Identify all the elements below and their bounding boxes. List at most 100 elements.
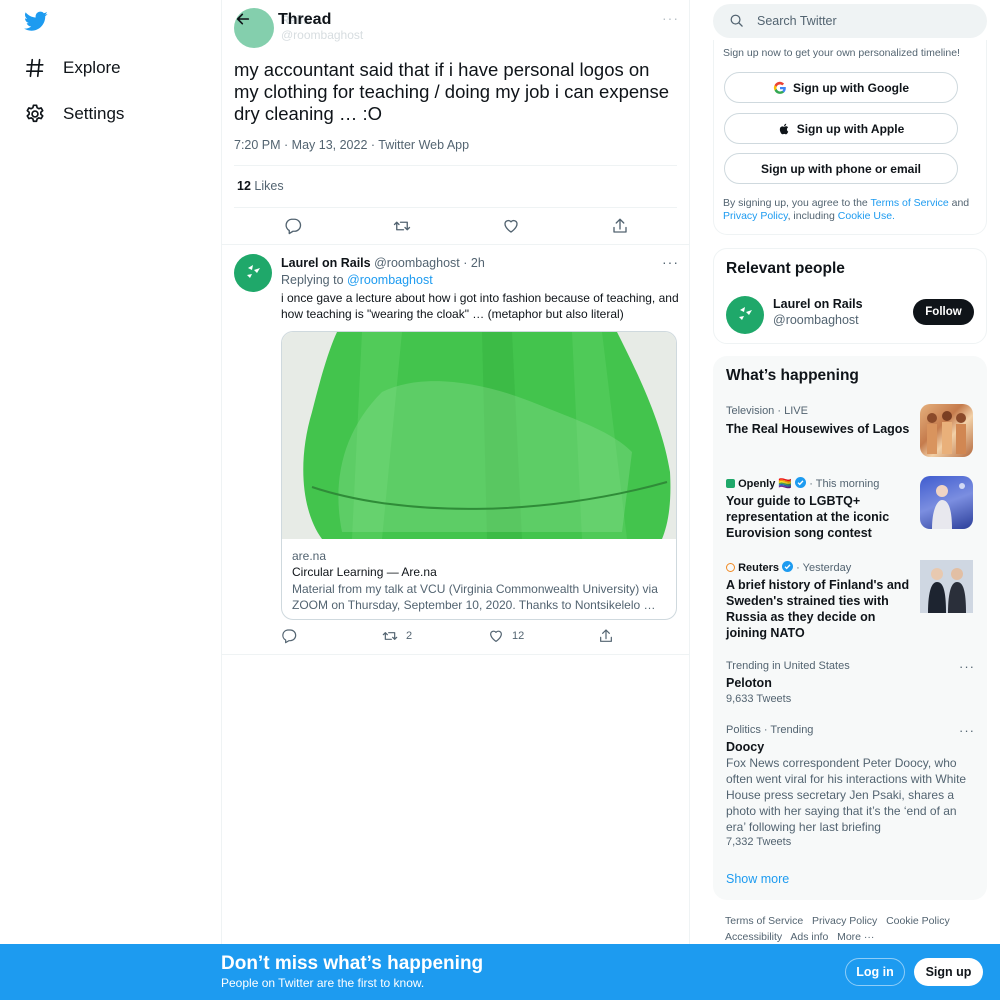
search-icon [729,13,744,28]
like-icon[interactable] [502,217,520,235]
trend-thumbnail [920,476,973,529]
cookie-link[interactable]: Cookie Use. [838,210,895,222]
show-more-link[interactable]: Show more [726,872,789,886]
trend-source-line: Openly 🏳️‍🌈 · This morning [726,477,879,490]
replying-to-label: Replying to [281,273,344,287]
signup-apple-button[interactable]: Sign up with Apple [724,113,958,144]
trend-item[interactable]: Reuters · Yesterday A brief history of F… [713,558,987,648]
trend-source-line: Reuters · Yesterday [726,561,851,574]
divider [222,654,689,655]
reply-time[interactable]: · 2h [463,256,485,270]
openly-logo-icon [726,479,735,488]
main-tweet-text: my accountant said that if i have person… [234,59,669,124]
more-dots-icon[interactable]: ··· [959,659,975,674]
like-count: 12 [512,630,525,642]
twitter-logo-icon[interactable] [24,11,48,32]
trend-description: Fox News correspondent Peter Doocy, who … [726,756,967,834]
footer-privacy[interactable]: Privacy Policy [812,915,877,927]
nav-explore[interactable]: Explore [24,53,121,83]
trend-title: Peloton [726,676,772,690]
signup-apple-label: Sign up with Apple [796,121,905,136]
relevant-handle[interactable]: @roombaghost [773,313,859,327]
likes-stat[interactable]: 12 Likes [237,179,284,193]
reply-icon[interactable] [281,628,297,644]
reuters-logo-icon [726,563,735,572]
legal-and: and [951,197,970,209]
reply-header: Laurel on Rails @roombaghost · 2h [281,256,485,270]
trend-meta: Trending in United States [726,660,850,672]
relevant-people-card: Relevant people Laurel on Rails @roombag… [713,248,987,344]
signup-prompt: Sign up now to get your own personalized… [723,47,960,59]
link-card-description: Material from my talk at VCU (Virginia C… [292,582,658,612]
privacy-link[interactable]: Privacy Policy [723,210,788,222]
trend-meta: · Yesterday [796,562,852,574]
trend-title: A brief history of Finland's and Sweden'… [726,578,910,640]
follow-button[interactable]: Follow [913,299,974,325]
trend-source: Openly [738,478,776,490]
left-nav: Explore Settings [0,0,221,1000]
trend-meta: Politics · Trending [726,724,814,736]
apple-icon [778,122,791,136]
replying-to: Replying to @roombaghost [281,273,433,287]
link-card-domain: are.na [292,549,327,563]
whats-happening-title: What’s happening [726,367,859,384]
link-card-title: Circular Learning — Are.na [292,565,437,579]
trend-item[interactable]: Television · LIVE The Real Housewives of… [713,401,987,463]
avatar[interactable] [726,296,764,334]
signup-legal: By signing up, you agree to the Terms of… [723,197,973,223]
link-card[interactable]: are.na Circular Learning — Are.na Materi… [281,331,677,620]
nav-settings[interactable]: Settings [24,99,124,129]
search-input[interactable]: Search Twitter [713,4,987,38]
trend-item[interactable]: Politics · Trending Doocy Fox News corre… [713,722,987,852]
signup-phone-label: Sign up with phone or email [760,161,921,176]
relevant-people-title: Relevant people [726,260,845,277]
avatar[interactable] [234,254,272,292]
retweet-icon[interactable] [393,217,411,235]
likes-count: 12 [237,179,251,193]
divider [234,165,677,166]
trend-title: Doocy [726,740,765,754]
bottom-bar-subtitle: People on Twitter are the first to know. [221,976,425,990]
relevant-name[interactable]: Laurel on Rails [773,297,863,311]
trend-thumbnail [920,404,973,457]
bottom-signup-bar: Don’t miss what’s happening People on Tw… [0,944,1000,1000]
more-dots-icon[interactable]: ··· [662,10,679,26]
trend-item[interactable]: Openly 🏳️‍🌈 · This morning Your guide to… [713,474,987,552]
retweet-count: 2 [406,630,413,642]
more-dots-icon[interactable]: ··· [959,723,975,738]
search-placeholder: Search Twitter [757,14,837,28]
footer-accessibility[interactable]: Accessibility [725,931,782,943]
signup-button[interactable]: Sign up [914,958,983,986]
trend-flag: 🏳️‍🌈 [778,478,793,490]
more-dots-icon[interactable]: ··· [662,254,679,270]
retweet-icon[interactable] [382,628,398,644]
bottom-bar-title: Don’t miss what’s happening [221,953,484,974]
share-icon[interactable] [611,217,629,235]
back-arrow-icon[interactable] [235,11,251,27]
nav-explore-label: Explore [63,58,121,77]
signup-google-button[interactable]: Sign up with Google [724,72,958,103]
login-button[interactable]: Log in [845,958,905,986]
whats-happening-card: What’s happening Television · LIVE The R… [713,356,987,900]
footer-cookie[interactable]: Cookie Policy [886,915,950,927]
reply-text: i once gave a lecture about how i got in… [281,291,679,321]
signup-google-label: Sign up with Google [793,80,909,95]
footer-terms[interactable]: Terms of Service [725,915,803,927]
trend-item[interactable]: Trending in United States Peloton 9,633 … [713,658,987,708]
footer-more[interactable]: More ··· [837,931,874,943]
like-icon[interactable] [488,628,504,644]
signup-phone-button[interactable]: Sign up with phone or email [724,153,958,184]
replying-to-handle[interactable]: @roombaghost [347,273,433,287]
footer-ads[interactable]: Ads info [790,931,828,943]
divider [222,244,689,245]
share-icon[interactable] [598,628,614,644]
reply-author-handle[interactable]: @roombaghost [374,256,460,270]
thread-column: Rails @roombaghost Thread ··· my account… [221,0,690,1000]
reply-icon[interactable] [284,217,302,235]
verified-icon [795,477,807,488]
reply-author-name[interactable]: Laurel on Rails [281,256,371,270]
ghost-handle: @roombaghost [281,28,364,42]
footer-links: Terms of Service Privacy Policy Cookie P… [725,913,985,945]
trend-count: 9,633 Tweets [726,693,792,705]
terms-link[interactable]: Terms of Service [871,197,949,209]
